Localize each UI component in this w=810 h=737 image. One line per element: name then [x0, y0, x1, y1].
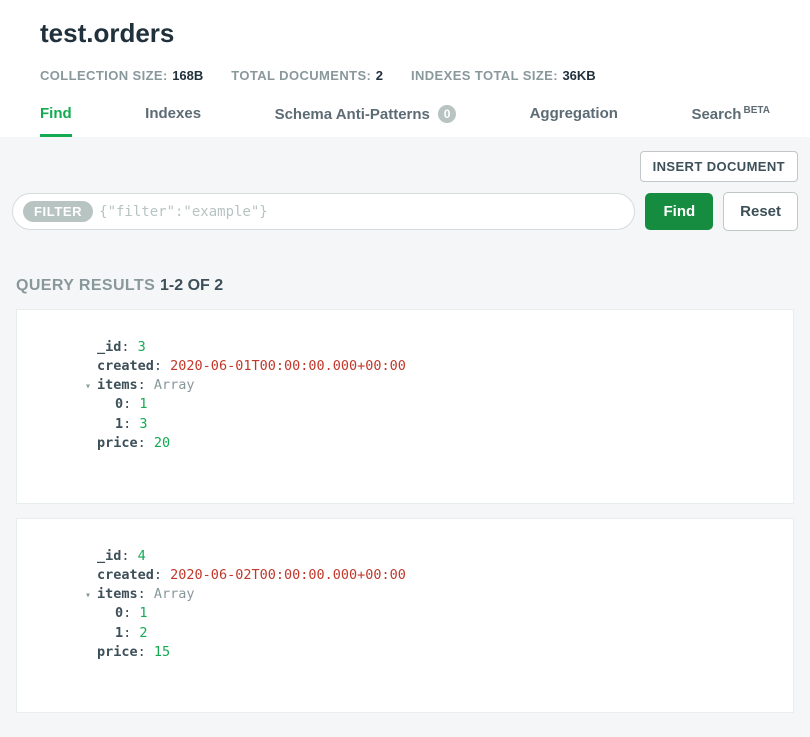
document-field: 0: 1	[97, 395, 763, 414]
colon: :	[121, 339, 137, 355]
action-bar: INSERT DOCUMENT	[0, 137, 810, 192]
stat-label: INDEXES TOTAL SIZE:	[411, 68, 558, 83]
field-key: 0	[115, 396, 123, 412]
colon: :	[138, 377, 154, 393]
field-key: 1	[115, 416, 123, 432]
tab-search[interactable]: SearchBETA	[691, 105, 770, 137]
tab-badge: 0	[438, 105, 456, 123]
beta-badge: BETA	[743, 105, 769, 116]
document-field: price: 20	[97, 434, 763, 453]
field-key: price	[97, 644, 138, 660]
field-key: 1	[115, 625, 123, 641]
stat-label: COLLECTION SIZE:	[40, 68, 168, 83]
stat-value: 2	[376, 68, 383, 83]
reset-button[interactable]: Reset	[723, 192, 798, 231]
document-field: created: 2020-06-02T00:00:00.000+00:00	[97, 566, 763, 585]
document-field: _id: 3	[97, 338, 763, 357]
collection-header: test.orders COLLECTION SIZE: 168B TOTAL …	[0, 0, 810, 137]
document-field: ▾items: Array	[97, 585, 763, 604]
document-card: _id: 3created: 2020-06-01T00:00:00.000+0…	[16, 309, 794, 504]
stat-total-documents: TOTAL DOCUMENTS: 2	[231, 67, 383, 85]
document-field: 1: 2	[97, 624, 763, 643]
field-value: 1	[139, 396, 147, 412]
colon: :	[123, 416, 139, 432]
field-value: 20	[154, 435, 170, 451]
find-button[interactable]: Find	[645, 193, 713, 230]
collection-stats: COLLECTION SIZE: 168B TOTAL DOCUMENTS: 2…	[40, 67, 770, 85]
chevron-down-icon[interactable]: ▾	[85, 589, 91, 603]
filter-chip: FILTER	[23, 201, 93, 222]
colon: :	[154, 567, 170, 583]
document-card: _id: 4created: 2020-06-02T00:00:00.000+0…	[16, 518, 794, 713]
field-value: 2020-06-02T00:00:00.000+00:00	[170, 567, 406, 583]
field-key: price	[97, 435, 138, 451]
document-field: _id: 4	[97, 547, 763, 566]
document-field: 0: 1	[97, 604, 763, 623]
filter-input-wrap[interactable]: FILTER	[12, 193, 635, 230]
tab-find[interactable]: Find	[40, 105, 72, 137]
stat-collection-size: COLLECTION SIZE: 168B	[40, 67, 203, 85]
colon: :	[121, 548, 137, 564]
tab-label: Schema Anti-Patterns	[275, 106, 430, 123]
field-value: 4	[138, 548, 146, 564]
field-key: created	[97, 358, 154, 374]
field-key: _id	[97, 339, 121, 355]
field-value: Array	[154, 586, 195, 602]
tab-schema-anti-patterns[interactable]: Schema Anti-Patterns 0	[275, 105, 457, 137]
collection-title: test.orders	[40, 18, 770, 49]
filter-row: FILTER Find Reset	[0, 192, 810, 249]
field-value: 1	[139, 605, 147, 621]
colon: :	[123, 396, 139, 412]
colon: :	[138, 435, 154, 451]
stat-value: 36KB	[562, 68, 595, 83]
results-count: 1-2 OF 2	[160, 277, 223, 294]
tab-indexes[interactable]: Indexes	[145, 105, 201, 137]
tabs: Find Indexes Schema Anti-Patterns 0 Aggr…	[40, 105, 770, 137]
document-field: created: 2020-06-01T00:00:00.000+00:00	[97, 357, 763, 376]
field-value: 2	[139, 625, 147, 641]
filter-input[interactable]	[99, 204, 624, 220]
tab-label: Search	[691, 106, 741, 123]
document-field: ▾items: Array	[97, 376, 763, 395]
insert-document-button[interactable]: INSERT DOCUMENT	[640, 151, 798, 182]
documents-container: _id: 3created: 2020-06-01T00:00:00.000+0…	[0, 309, 810, 713]
field-value: 3	[139, 416, 147, 432]
field-key: _id	[97, 548, 121, 564]
results-label: QUERY RESULTS	[16, 277, 160, 294]
field-value: 2020-06-01T00:00:00.000+00:00	[170, 358, 406, 374]
field-value: 3	[138, 339, 146, 355]
stat-value: 168B	[172, 68, 203, 83]
colon: :	[138, 644, 154, 660]
stat-indexes-total-size: INDEXES TOTAL SIZE: 36KB	[411, 67, 596, 85]
stat-label: TOTAL DOCUMENTS:	[231, 68, 371, 83]
colon: :	[154, 358, 170, 374]
field-key: created	[97, 567, 154, 583]
colon: :	[123, 605, 139, 621]
field-value: 15	[154, 644, 170, 660]
field-key: items	[97, 586, 138, 602]
colon: :	[138, 586, 154, 602]
field-key: 0	[115, 605, 123, 621]
chevron-down-icon[interactable]: ▾	[85, 380, 91, 394]
field-value: Array	[154, 377, 195, 393]
tab-aggregation[interactable]: Aggregation	[530, 105, 618, 137]
document-field: 1: 3	[97, 415, 763, 434]
field-key: items	[97, 377, 138, 393]
colon: :	[123, 625, 139, 641]
query-results-header: QUERY RESULTS 1-2 OF 2	[0, 249, 810, 309]
document-field: price: 15	[97, 643, 763, 662]
